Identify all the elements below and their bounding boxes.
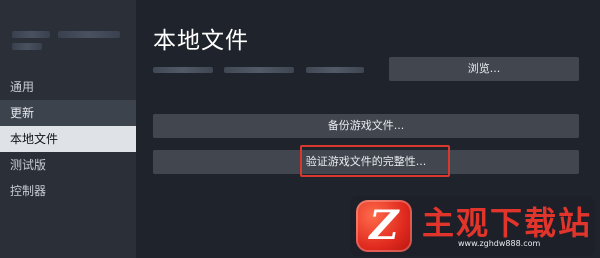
sidebar-item-label: 通用 xyxy=(10,80,35,94)
game-name-blurred xyxy=(58,31,120,38)
install-path-blurred xyxy=(306,67,364,73)
site-watermark: Z 主观下载站 www.zghdw888.com xyxy=(350,196,595,256)
verify-integrity-button[interactable]: 验证游戏文件的完整性... xyxy=(153,150,579,174)
logo-letter: Z xyxy=(369,202,399,249)
sidebar-item-local-files[interactable]: 本地文件 xyxy=(0,126,136,152)
verify-button-label: 验证游戏文件的完整性... xyxy=(305,155,427,168)
install-path-blurred xyxy=(153,67,213,73)
backup-game-files-button[interactable]: 备份游戏文件... xyxy=(153,114,579,138)
page-title: 本地文件 xyxy=(153,28,249,54)
browse-button-label: 浏览... xyxy=(467,62,501,75)
sidebar: 通用 更新 本地文件 测试版 控制器 xyxy=(0,0,136,258)
sidebar-item-controller[interactable]: 控制器 xyxy=(0,178,136,204)
sidebar-item-label: 测试版 xyxy=(10,158,47,172)
browse-button[interactable]: 浏览... xyxy=(389,57,579,81)
site-logo-icon: Z xyxy=(356,200,412,252)
watermark-title: 主观下载站 xyxy=(422,204,593,242)
backup-button-label: 备份游戏文件... xyxy=(327,119,405,132)
game-name-blurred xyxy=(12,31,50,38)
sidebar-item-label: 控制器 xyxy=(10,184,47,198)
sidebar-item-label: 本地文件 xyxy=(10,132,59,146)
app-window: 通用 更新 本地文件 测试版 控制器 本地文件 浏览... 备份游戏文件... … xyxy=(0,0,600,258)
sidebar-item-label: 更新 xyxy=(10,106,35,120)
sidebar-item-general[interactable]: 通用 xyxy=(0,74,136,100)
sidebar-item-updates[interactable]: 更新 xyxy=(0,100,136,126)
sidebar-item-betas[interactable]: 测试版 xyxy=(0,152,136,178)
game-name-blurred xyxy=(12,43,42,50)
watermark-url: www.zghdw888.com xyxy=(458,239,541,248)
install-path-blurred xyxy=(224,67,294,73)
